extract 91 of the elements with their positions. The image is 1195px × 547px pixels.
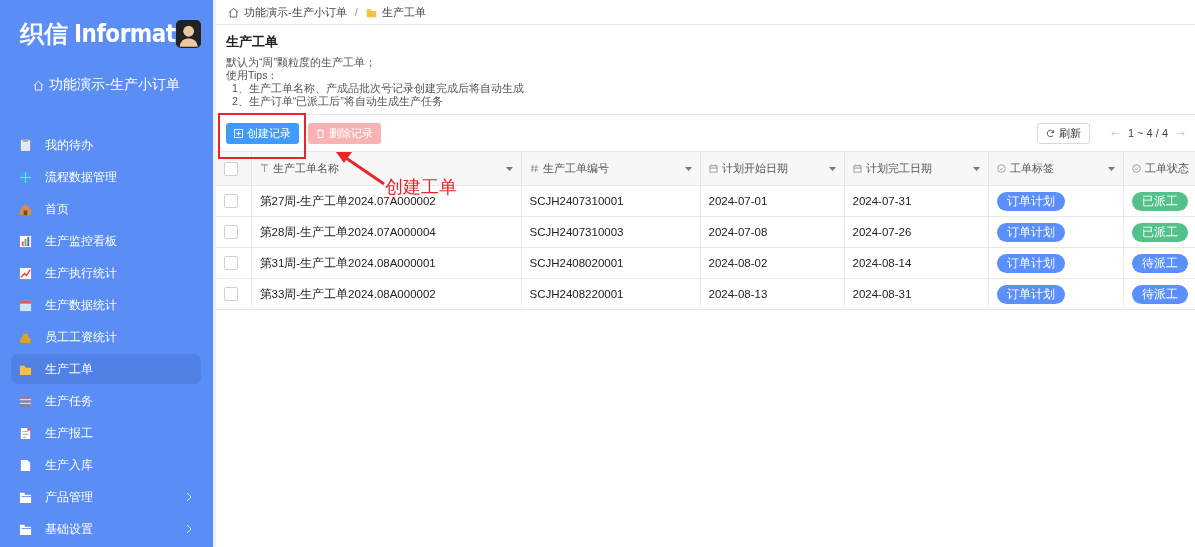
description-line: 1、生产工单名称、产成品批次号记录创建完成后将自动生成 (231, 82, 525, 95)
app-name[interactable]: 功能演示-生产小订单 (49, 76, 180, 94)
chevron-right-icon (185, 492, 193, 502)
page-range: 1 ~ 4 / 4 (1127, 127, 1168, 139)
breadcrumb-separator: / (354, 6, 358, 18)
text-field-icon (259, 164, 269, 173)
calendar-icon (19, 298, 32, 312)
caret-icon[interactable] (684, 166, 692, 171)
column-header[interactable]: 计划开始日期 (700, 152, 844, 186)
column-header[interactable]: 生产工单编号 (521, 152, 700, 186)
create-record-button[interactable]: 创建记录 (226, 122, 299, 144)
plus-square-icon (234, 128, 243, 138)
chevron-right-icon (185, 524, 193, 534)
column-header[interactable]: 工单标签 (988, 152, 1123, 186)
checkbox[interactable] (224, 161, 238, 176)
check-circle-icon (1131, 164, 1141, 173)
status-tag: 待派工 (1131, 284, 1188, 304)
status-tag: 订单计划 (996, 191, 1065, 211)
line-chart-icon (19, 266, 32, 280)
description-line: 2、生产订单“已派工后”将自动生成生产任务 (231, 95, 444, 108)
status-tag: 订单计划 (996, 253, 1065, 273)
column-header[interactable]: 工单状态 (1123, 152, 1195, 186)
globe-icon (19, 170, 32, 184)
home-icon (33, 79, 45, 91)
sidebar-item[interactable]: 产品管理 (11, 482, 201, 512)
document-icon (19, 426, 32, 440)
check-circle-icon (996, 164, 1006, 173)
sidebar-item[interactable]: 流程数据管理 (11, 162, 201, 192)
home-icon (228, 6, 239, 18)
folder-icon (19, 490, 32, 504)
breadcrumb-link[interactable]: 功能演示-生产小订单 (244, 4, 347, 20)
breadcrumb-current: 生产工单 (381, 4, 426, 20)
table-cell: 2024-07-26 (844, 216, 988, 248)
clipboard-icon (19, 138, 32, 152)
checkbox[interactable] (224, 256, 238, 270)
caret-icon[interactable] (1107, 166, 1115, 171)
status-tag: 已派工 (1131, 222, 1188, 242)
table-cell: SCJH2408020001 (521, 247, 700, 279)
next-page-icon[interactable] (1176, 128, 1185, 138)
table-cell: SCJH2407310003 (521, 216, 700, 248)
house-icon (19, 202, 32, 216)
table-cell: 2024-07-08 (700, 216, 844, 248)
status-tag: 待派工 (1131, 253, 1188, 273)
sidebar-item[interactable]: 我的待办 (11, 130, 201, 160)
table-cell: 2024-08-31 (844, 278, 988, 310)
sidebar-item[interactable]: 首页 (11, 194, 201, 224)
table-cell: 第28周-生产工单2024.07A000004 (251, 216, 521, 248)
previous-page-icon[interactable] (1110, 128, 1120, 138)
refresh-button[interactable]: 刷新 (1036, 122, 1090, 144)
sidebar-item[interactable]: 生产入库 (11, 450, 201, 480)
status-tag: 订单计划 (996, 222, 1065, 242)
table-cell: 第33周-生产工单2024.08A000002 (251, 278, 521, 310)
refresh-icon (1045, 128, 1055, 138)
status-tag: 订单计划 (996, 284, 1065, 304)
sidebar-item[interactable]: 生产数据统计 (11, 290, 201, 320)
sidebar-item[interactable]: 生产执行统计 (11, 258, 201, 288)
sidebar-item[interactable]: 生产任务 (11, 386, 201, 416)
bar-chart-icon (19, 234, 32, 248)
table-cell: 2024-07-01 (700, 185, 844, 217)
sidebar-item[interactable]: 生产工单 (11, 354, 201, 384)
calendar-icon (852, 164, 862, 173)
description-line: 使用Tips： (226, 69, 280, 82)
folder-icon (365, 6, 377, 18)
hash-icon (529, 164, 539, 173)
folder-icon (19, 522, 32, 536)
column-header[interactable]: 计划完工日期 (844, 152, 988, 186)
sidebar-item[interactable]: 生产报工 (11, 418, 201, 448)
calendar-icon (708, 164, 718, 173)
caret-icon[interactable] (828, 166, 836, 171)
status-tag: 已派工 (1131, 191, 1188, 211)
table-cell: 2024-07-31 (844, 185, 988, 217)
sidebar-item[interactable]: 生产监控看板 (11, 226, 201, 256)
caret-icon[interactable] (505, 166, 513, 171)
page-title: 生产工单 (226, 33, 279, 51)
trash-icon (316, 128, 325, 138)
table-cell: 2024-08-13 (700, 278, 844, 310)
document-icon (19, 458, 32, 472)
checkbox[interactable] (224, 225, 238, 239)
sidebar-item[interactable]: 基础设置 (11, 514, 201, 544)
caret-icon[interactable] (972, 166, 980, 171)
avatar[interactable] (175, 20, 201, 48)
table-cell: SCJH2408220001 (521, 278, 700, 310)
checkbox[interactable] (224, 194, 238, 208)
table-cell: SCJH2407310001 (521, 185, 700, 217)
table-cell: 第31周-生产工单2024.08A000001 (251, 247, 521, 279)
description-line: 默认为“周”颗粒度的生产工单； (226, 56, 377, 69)
sidebar-item[interactable]: 员工工资统计 (11, 322, 201, 352)
table-cell: 2024-08-14 (844, 247, 988, 279)
logo: 织信 Informat (20, 19, 176, 50)
checkbox[interactable] (224, 287, 238, 301)
table-cell: 2024-08-02 (700, 247, 844, 279)
